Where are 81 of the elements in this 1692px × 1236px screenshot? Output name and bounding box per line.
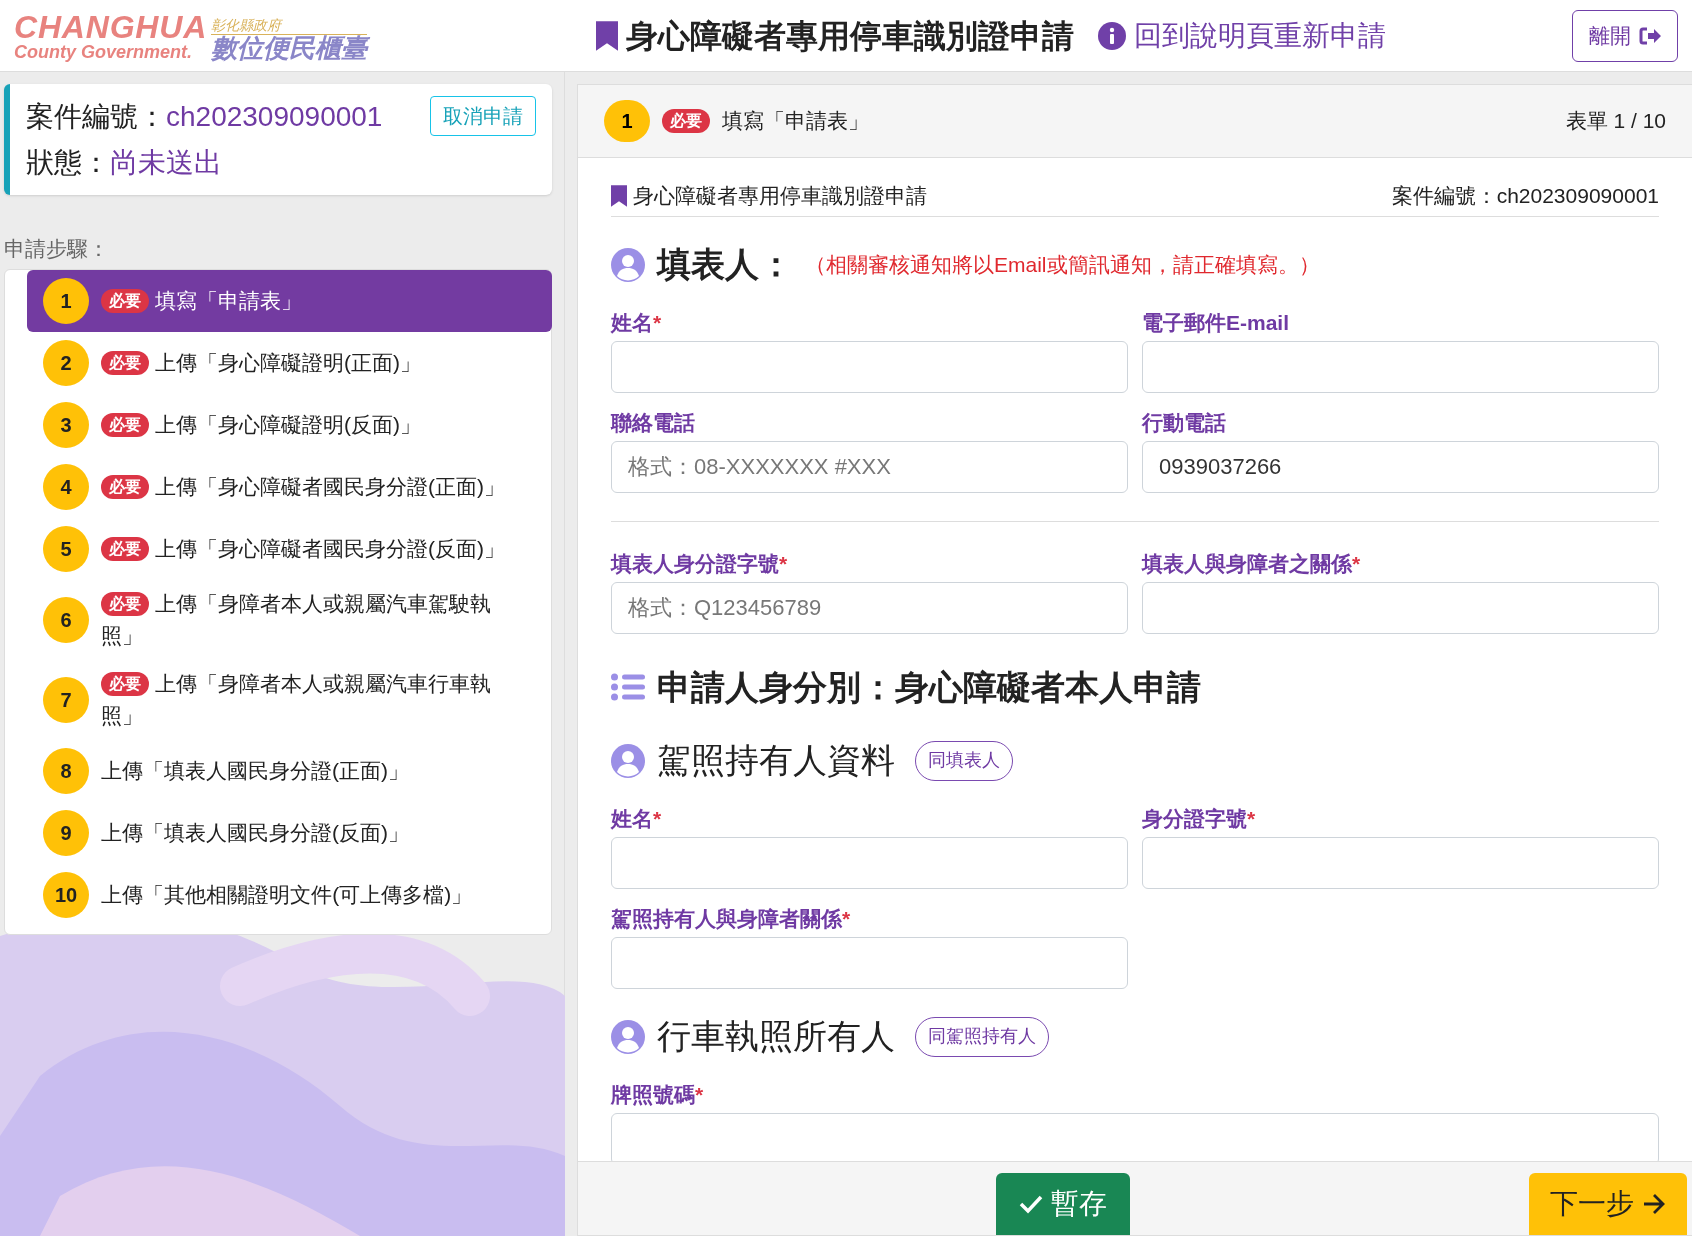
arrow-right-icon — [1642, 1193, 1666, 1215]
step-label: 必要 上傳「身障者本人或親屬汽車行車執照」 — [101, 670, 492, 729]
field-label: 填表人身分證字號* — [611, 550, 789, 577]
step-label: 必要 上傳「身心障礙證明(反面)」 — [101, 408, 421, 441]
input-field[interactable] — [611, 1112, 1659, 1161]
field-label: 身分證字號* — [1142, 805, 1257, 832]
field-label: 姓名* — [611, 805, 663, 832]
step-number: 9 — [43, 809, 89, 856]
info-icon — [1098, 21, 1126, 50]
field-label: 駕照持有人與身障者關係* — [611, 905, 852, 932]
step-number: 6 — [43, 596, 89, 643]
step-number: 10 — [43, 871, 90, 918]
user-icon — [611, 1019, 645, 1054]
input-field[interactable] — [1142, 340, 1659, 393]
step-number: 3 — [43, 401, 89, 448]
field-label: 填表人與身障者之關係* — [1142, 550, 1362, 577]
step-item[interactable]: 3 必要 上傳「身心障礙證明(反面)」 — [27, 393, 551, 456]
step-item[interactable]: 5 必要 上傳「身心障礙者國民身分證(反面)」 — [27, 517, 551, 580]
page-counter: 表單 1 / 10 — [1565, 108, 1666, 135]
field-label: 行動電話 — [1142, 409, 1227, 436]
step-item[interactable]: 10 上傳「其他相關證明文件(可上傳多檔)」 — [27, 863, 551, 926]
section-heading: 申請人身分別：身心障礙者本人申請 — [657, 666, 1201, 708]
exit-button[interactable]: 離開 — [1572, 9, 1678, 62]
check-icon — [1019, 1194, 1043, 1214]
step-item[interactable]: 8 上傳「填表人國民身分證(正面)」 — [27, 739, 551, 802]
step-number: 8 — [43, 747, 89, 794]
step-item[interactable]: 7 必要 上傳「身障者本人或親屬汽車行車執照」 — [27, 659, 551, 740]
input-field[interactable] — [1142, 581, 1659, 634]
document-title: 身心障礙者專用停車識別證申請 — [633, 183, 927, 209]
step-label: 上傳「其他相關證明文件(可上傳多檔)」 — [101, 881, 473, 908]
step-label: 必要 上傳「身心障礙者國民身分證(正面)」 — [101, 470, 505, 503]
document-case-number: 案件編號：ch202309090001 — [1391, 183, 1659, 209]
user-icon — [611, 247, 645, 282]
step-number: 5 — [43, 525, 89, 572]
notice-text: （相關審核通知將以Email或簡訊通知，請正確填寫。） — [805, 251, 1320, 278]
next-button[interactable]: 下一步 — [1529, 1173, 1687, 1235]
field-label: 牌照號碼* — [611, 1081, 705, 1108]
step-title: 填寫「申請表」 — [722, 108, 869, 135]
sign-out-icon — [1639, 25, 1661, 46]
copy-button[interactable]: 同填表人 — [915, 740, 1013, 781]
input-field[interactable] — [611, 936, 1128, 989]
field-label: 姓名* — [611, 309, 663, 336]
step-label: 必要 填寫「申請表」 — [101, 284, 302, 317]
step-number: 1 — [43, 277, 89, 324]
save-button[interactable]: 暫存 — [996, 1173, 1130, 1235]
section-title: 駕照持有人資料 — [657, 740, 895, 781]
step-item[interactable]: 9 上傳「填表人國民身分證(反面)」 — [27, 801, 551, 864]
step-number: 2 — [43, 339, 89, 386]
input-field[interactable]: 格式：Q123456789 — [611, 581, 1128, 634]
field-label: 聯絡電話 — [611, 409, 696, 436]
step-label: 必要 上傳「身障者本人或親屬汽車駕駛執照」 — [101, 590, 492, 649]
step-label: 必要 上傳「身心障礙者國民身分證(反面)」 — [101, 532, 505, 565]
list-icon — [611, 673, 645, 701]
status-text: 狀態：尚未送出 — [26, 146, 223, 180]
step-item[interactable]: 6 必要 上傳「身障者本人或親屬汽車駕駛執照」 — [27, 579, 551, 660]
case-number-text: 案件編號：ch202309090001 — [26, 100, 383, 134]
restart-link[interactable]: 回到說明頁重新申請 — [1098, 14, 1386, 57]
step-label: 上傳「填表人國民身分證(正面)」 — [101, 757, 409, 784]
input-field[interactable]: 格式：08-XXXXXXX #XXX — [611, 440, 1128, 493]
step-number: 4 — [43, 463, 89, 510]
input-field[interactable] — [611, 340, 1128, 393]
section-title: 行車執照所有人 — [657, 1016, 895, 1057]
required-badge: 必要 — [662, 109, 710, 133]
steps-label: 申請步驟： — [4, 236, 110, 262]
step-item[interactable]: 4 必要 上傳「身心障礙者國民身分證(正面)」 — [27, 455, 551, 518]
field-label: 電子郵件E-mail — [1142, 309, 1291, 336]
step-item[interactable]: 1 必要 填寫「申請表」 — [27, 269, 552, 332]
step-number: 1 — [604, 100, 650, 142]
step-label: 上傳「填表人國民身分證(反面)」 — [101, 819, 409, 846]
input-field[interactable]: 0939037266 — [1142, 440, 1659, 493]
step-label: 必要 上傳「身心障礙證明(正面)」 — [101, 346, 421, 379]
step-number: 7 — [43, 676, 89, 723]
step-item[interactable]: 2 必要 上傳「身心障礙證明(正面)」 — [27, 331, 551, 394]
bookmark-icon — [596, 19, 618, 52]
copy-button[interactable]: 同駕照持有人 — [915, 1016, 1049, 1057]
input-field[interactable] — [1142, 836, 1659, 889]
section-title: 填表人： — [657, 244, 793, 285]
input-field[interactable] — [611, 836, 1128, 889]
bookmark-icon — [611, 184, 627, 207]
user-icon — [611, 743, 645, 778]
page-title: 身心障礙者專用停車識別證申請 — [626, 16, 1074, 56]
